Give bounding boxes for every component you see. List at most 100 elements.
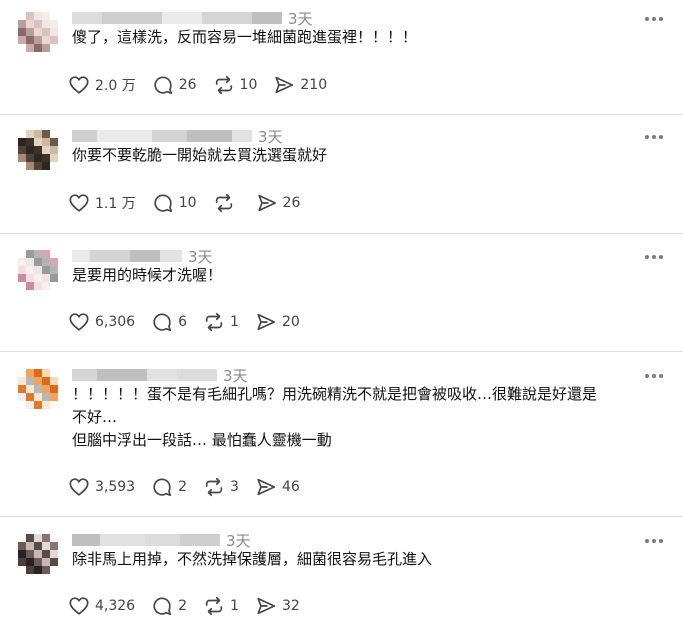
like-button[interactable]: 4,326 — [68, 595, 135, 617]
like-count: 2.0 万 — [95, 78, 136, 94]
action-bar: 1.1 万 10 26 — [68, 191, 316, 215]
more-options-icon[interactable] — [645, 133, 669, 141]
username-blurred[interactable] — [72, 130, 252, 142]
avatar[interactable] — [18, 369, 58, 409]
comment-text-line: ！！！！！蛋不是有毛細孔嗎？用洗碗精洗不就是把會被吸收…很難說是好還是 — [72, 385, 598, 403]
send-icon — [256, 192, 278, 214]
avatar[interactable] — [18, 534, 58, 574]
like-button[interactable]: 1.1 万 — [68, 192, 136, 214]
reply-count: 26 — [178, 77, 197, 93]
heart-icon — [68, 74, 90, 96]
comment-bubble-icon — [152, 192, 174, 214]
comment-text: 傻了，這樣洗，反而容易一堆細菌跑進蛋裡！！！！ — [72, 26, 662, 49]
comment-text: ！！！！！蛋不是有毛細孔嗎？用洗碗精洗不就是把會被吸收…很難說是好還是 不好… 但腦… — [72, 383, 662, 452]
comment-bubble-icon — [151, 595, 173, 617]
repost-icon — [203, 476, 225, 498]
send-icon — [273, 74, 295, 96]
username-row: 3天 — [72, 366, 248, 385]
heart-icon — [68, 476, 90, 498]
repost-button[interactable]: 10 — [213, 74, 258, 96]
action-bar: 3,593 2 3 46 — [68, 475, 316, 499]
send-icon — [255, 595, 277, 617]
share-count: 20 — [281, 314, 300, 330]
send-icon — [255, 476, 277, 498]
username-row: 3天 — [72, 127, 283, 146]
heart-icon — [68, 192, 90, 214]
repost-icon — [203, 311, 225, 333]
comment-text-line: 傻了，這樣洗，反而容易一堆細菌跑進蛋裡！！！！ — [72, 28, 418, 46]
divider — [0, 516, 683, 517]
comment-text-line: 是要用的時候才洗喔！ — [72, 266, 223, 284]
comment-text: 是要用的時候才洗喔！ — [72, 264, 662, 287]
comment-text-line: 不好… — [72, 408, 118, 426]
repost-button[interactable] — [213, 192, 240, 214]
heart-icon — [68, 311, 90, 333]
repost-icon — [213, 192, 235, 214]
like-count: 1.1 万 — [95, 196, 136, 212]
like-count: 6,306 — [95, 314, 136, 330]
heart-icon — [68, 595, 90, 617]
more-options-icon[interactable] — [645, 372, 669, 380]
username-blurred[interactable] — [72, 369, 217, 381]
reply-button[interactable]: 2 — [151, 595, 187, 617]
like-button[interactable]: 2.0 万 — [68, 74, 136, 96]
repost-count: 3 — [230, 479, 239, 495]
divider — [0, 114, 683, 115]
reply-count: 10 — [178, 195, 197, 211]
comment-text-line: 但腦中浮出一段話… 最怕蠢人靈機一動 — [72, 431, 332, 449]
username-row: 3天 — [72, 531, 251, 550]
like-button[interactable]: 6,306 — [68, 311, 135, 333]
repost-icon — [203, 595, 225, 617]
like-count: 4,326 — [95, 598, 136, 614]
username-blurred[interactable] — [72, 534, 220, 546]
comment-text: 除非馬上用掉，不然洗掉保護層，細菌很容易毛孔進入 — [72, 548, 662, 571]
share-count: 46 — [281, 479, 300, 495]
share-button[interactable]: 46 — [255, 476, 300, 498]
divider — [0, 233, 683, 234]
repost-button[interactable]: 1 — [203, 595, 239, 617]
reply-button[interactable]: 10 — [152, 192, 197, 214]
share-button[interactable]: 210 — [273, 74, 327, 96]
like-button[interactable]: 3,593 — [68, 476, 135, 498]
action-bar: 4,326 2 1 32 — [68, 594, 316, 618]
share-count: 32 — [281, 598, 300, 614]
reply-button[interactable]: 6 — [151, 311, 187, 333]
comment-text-line: 你要不要乾脆一開始就去買洗選蛋就好 — [72, 146, 328, 164]
comment-text: 你要不要乾脆一開始就去買洗選蛋就好 — [72, 144, 662, 167]
comment-bubble-icon — [151, 476, 173, 498]
reply-button[interactable]: 2 — [151, 476, 187, 498]
more-options-icon[interactable] — [645, 15, 669, 23]
share-button[interactable]: 26 — [256, 192, 301, 214]
avatar[interactable] — [18, 250, 58, 290]
like-count: 3,593 — [95, 479, 136, 495]
reply-button[interactable]: 26 — [152, 74, 197, 96]
username-row: 3天 — [72, 9, 313, 28]
comment-bubble-icon — [152, 74, 174, 96]
comment-bubble-icon — [151, 311, 173, 333]
repost-count: 1 — [230, 314, 239, 330]
divider — [0, 351, 683, 352]
share-button[interactable]: 20 — [255, 311, 300, 333]
action-bar: 2.0 万 26 10 210 — [68, 73, 343, 97]
username-blurred[interactable] — [72, 250, 182, 262]
reply-count: 6 — [178, 314, 188, 330]
username-row: 3天 — [72, 247, 213, 266]
avatar[interactable] — [18, 12, 58, 52]
reply-count: 2 — [178, 479, 188, 495]
more-options-icon[interactable] — [645, 537, 669, 545]
avatar[interactable] — [18, 130, 58, 170]
comment-text-line: 除非馬上用掉，不然洗掉保護層，細菌很容易毛孔進入 — [72, 550, 433, 568]
username-blurred[interactable] — [72, 12, 282, 24]
repost-count: 10 — [239, 77, 258, 93]
send-icon — [255, 311, 277, 333]
share-count: 26 — [282, 195, 301, 211]
share-count: 210 — [300, 77, 328, 93]
repost-icon — [213, 74, 235, 96]
repost-button[interactable]: 3 — [203, 476, 239, 498]
action-bar: 6,306 6 1 20 — [68, 310, 316, 334]
repost-count: 1 — [230, 598, 239, 614]
share-button[interactable]: 32 — [255, 595, 300, 617]
more-options-icon[interactable] — [645, 253, 669, 261]
reply-count: 2 — [178, 598, 188, 614]
repost-button[interactable]: 1 — [203, 311, 239, 333]
